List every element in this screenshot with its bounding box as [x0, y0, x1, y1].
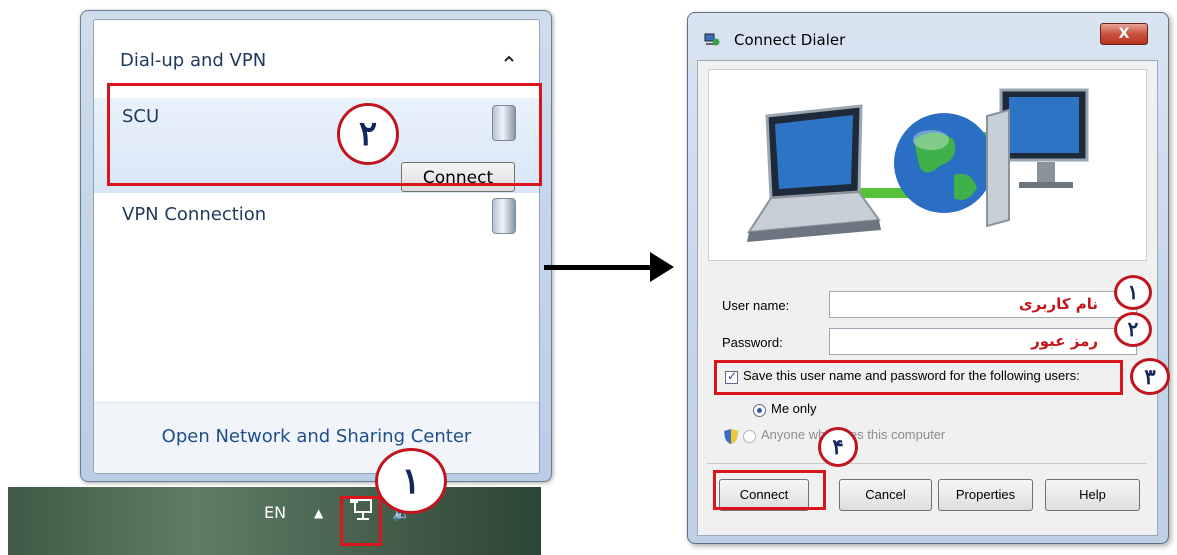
- radio-me-only-label: Me only: [771, 401, 817, 416]
- help-button[interactable]: Help: [1045, 479, 1140, 511]
- radio-me-only[interactable]: [753, 404, 766, 417]
- close-icon: X: [1118, 26, 1130, 42]
- password-label: Password:: [722, 335, 783, 350]
- highlight-network-tray: [340, 496, 382, 546]
- badge-number: ۲: [358, 114, 378, 154]
- window-title: Connect Dialer: [734, 31, 846, 49]
- step-badge-1: ۱: [375, 448, 447, 514]
- separator-line: [707, 463, 1147, 464]
- username-label: User name:: [722, 298, 790, 313]
- badge-number: ۴: [832, 434, 844, 459]
- flow-arrow-head-icon: [650, 252, 674, 282]
- connect-dialer-window: Connect Dialer X User name: نام کاربری P…: [687, 12, 1169, 544]
- step-badge-4: ۴: [818, 427, 858, 467]
- properties-button[interactable]: Properties: [938, 479, 1033, 511]
- show-hidden-icons-icon[interactable]: ▲: [314, 506, 323, 520]
- highlight-save-credentials: [714, 360, 1123, 395]
- cancel-button[interactable]: Cancel: [839, 479, 932, 511]
- step-badge-2: ۲: [337, 103, 399, 165]
- section-title-dialup-vpn: Dial-up and VPN: [120, 50, 267, 71]
- password-field[interactable]: رمز عبور: [829, 328, 1137, 355]
- dialer-window-icon: [704, 32, 720, 46]
- network-sharing-center-link[interactable]: Open Network and Sharing Center: [94, 426, 539, 447]
- step-badge-1: ۱: [1114, 275, 1152, 310]
- badge-number: ۳: [1144, 364, 1156, 389]
- step-badge-2: ۲: [1114, 312, 1152, 347]
- badge-number: ۱: [401, 460, 421, 502]
- radio-anyone[interactable]: [743, 430, 756, 443]
- uac-shield-icon: [723, 428, 739, 445]
- flyout-footer: Open Network and Sharing Center: [94, 402, 539, 473]
- connection-item-vpn[interactable]: VPN Connection: [94, 198, 539, 243]
- collapse-chevron-icon[interactable]: [502, 52, 516, 66]
- taskbar: EN ▲ 🔈: [8, 487, 541, 555]
- connection-label: VPN Connection: [122, 204, 267, 225]
- badge-number: ۲: [1127, 317, 1139, 341]
- username-field[interactable]: نام کاربری: [829, 291, 1137, 318]
- flow-arrow-line: [544, 265, 662, 270]
- dialer-body: User name: نام کاربری Password: رمز عبور…: [697, 60, 1158, 536]
- badge-number: ۱: [1127, 280, 1139, 304]
- language-indicator[interactable]: EN: [264, 503, 286, 522]
- highlight-connect-button: [713, 470, 826, 510]
- network-connection-illustration: [708, 69, 1147, 261]
- step-badge-3: ۳: [1130, 358, 1170, 395]
- highlight-scu: [107, 83, 542, 186]
- network-illustration-image: [747, 88, 1089, 242]
- vpn-connection-icon: [492, 198, 516, 234]
- close-button[interactable]: X: [1100, 23, 1148, 45]
